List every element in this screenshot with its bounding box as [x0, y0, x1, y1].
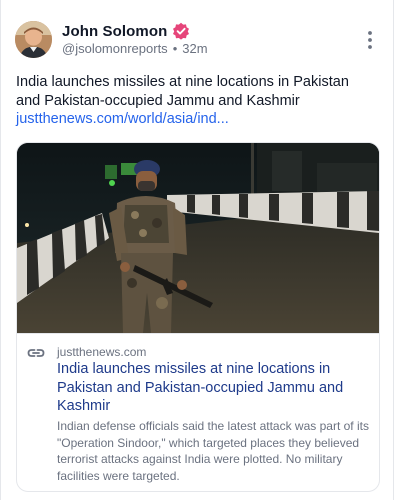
link-preview-image	[17, 143, 379, 333]
post-link[interactable]: justthenews.com/world/asia/ind...	[16, 110, 229, 129]
author-row: John Solomon	[62, 22, 190, 40]
separator-dot: •	[172, 41, 178, 56]
more-vertical-icon[interactable]	[363, 30, 377, 50]
link-preview-card[interactable]: justthenews.com India launches missiles …	[16, 142, 380, 492]
post-text: India launches missiles at nine location…	[16, 74, 349, 109]
handle-row: @jsolomonreports • 32m	[62, 41, 208, 56]
verified-badge-icon	[172, 22, 190, 40]
link-preview-domain: justthenews.com	[57, 345, 147, 359]
link-preview-description: Indian defense officials said the latest…	[57, 419, 369, 483]
link-icon	[27, 346, 45, 360]
post-card: John Solomon @jsolomonreports • 32m Indi…	[0, 0, 394, 500]
avatar[interactable]	[15, 21, 52, 58]
post-timestamp[interactable]: 32m	[182, 41, 207, 56]
link-preview-body: justthenews.com India launches missiles …	[17, 333, 379, 491]
link-preview-title[interactable]: India launches missiles at nine location…	[57, 360, 367, 416]
author-handle[interactable]: @jsolomonreports	[62, 41, 168, 56]
author-name[interactable]: John Solomon	[62, 23, 167, 40]
